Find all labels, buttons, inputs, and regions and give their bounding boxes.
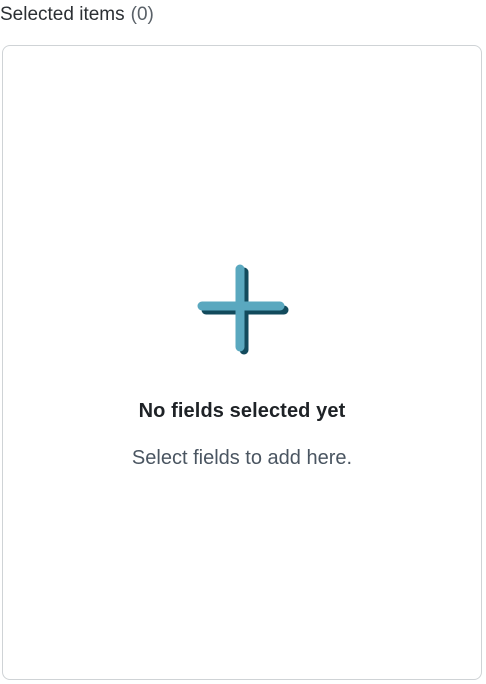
empty-state: No fields selected yet Select fields to … (3, 262, 481, 470)
empty-state-subtitle: Select fields to add here. (131, 447, 353, 469)
selected-items-header: Selected items (0) (0, 4, 154, 30)
empty-state-title: No fields selected yet (138, 400, 346, 422)
selected-items-title: Selected items (0, 4, 125, 25)
selected-items-dropzone[interactable]: No fields selected yet Select fields to … (2, 45, 482, 680)
selected-items-count: (0) (130, 4, 154, 25)
plus-icon (197, 264, 289, 355)
